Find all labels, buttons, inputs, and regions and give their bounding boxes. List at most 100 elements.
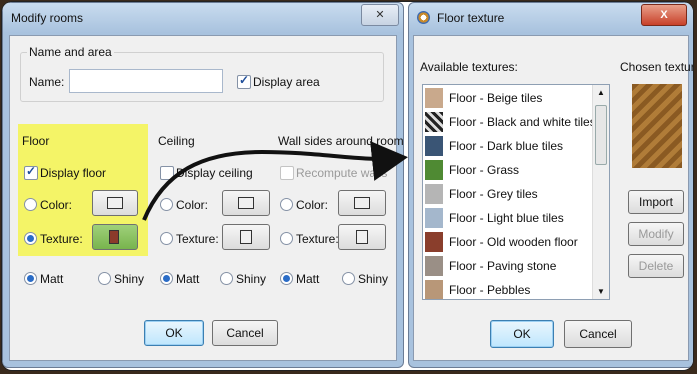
texture-thumbnail bbox=[425, 280, 443, 299]
texture-thumbnail bbox=[425, 232, 443, 252]
texture-list-item[interactable]: Floor - Black and white tiles bbox=[423, 110, 609, 134]
walls-color-label: Color: bbox=[296, 198, 329, 212]
texture-thumbnail bbox=[425, 256, 443, 276]
ceiling-shiny-radio[interactable] bbox=[220, 272, 233, 285]
modify-rooms-titlebar[interactable]: Modify rooms ✕ bbox=[3, 3, 403, 33]
walls-shiny-radio[interactable] bbox=[342, 272, 355, 285]
floor-texture-close-button[interactable]: X bbox=[641, 4, 687, 26]
texture-list-item[interactable]: Floor - Pebbles bbox=[423, 278, 609, 299]
chosen-texture-preview bbox=[632, 84, 682, 168]
floor-texture-content: Available textures: Chosen texture: Floo… bbox=[413, 35, 693, 361]
ceiling-matt-label: Matt bbox=[176, 272, 200, 286]
display-ceiling-label: Display ceiling bbox=[176, 166, 253, 180]
walls-color-swatch bbox=[354, 197, 370, 209]
delete-label: Delete bbox=[638, 259, 674, 273]
scrollbar-thumb[interactable] bbox=[595, 105, 607, 165]
ceiling-matt-radio[interactable] bbox=[160, 272, 173, 285]
ceiling-shiny-label: Shiny bbox=[236, 272, 267, 286]
texture-list-item[interactable]: Floor - Light blue tiles bbox=[423, 206, 609, 230]
delete-button[interactable]: Delete bbox=[628, 254, 684, 278]
texture-item-label: Floor - Old wooden floor bbox=[449, 235, 578, 249]
floor-color-radio[interactable] bbox=[24, 198, 37, 211]
texture-item-label: Floor - Beige tiles bbox=[449, 91, 543, 105]
walls-matt-radio[interactable] bbox=[280, 272, 293, 285]
texture-list-item[interactable]: Floor - Paving stone bbox=[423, 254, 609, 278]
floor-color-label: Color: bbox=[40, 198, 73, 212]
display-area-checkbox[interactable] bbox=[237, 73, 251, 89]
texture-cancel-button[interactable]: Cancel bbox=[564, 320, 632, 348]
floor-texture-title: Floor texture bbox=[437, 11, 505, 25]
scroll-down-icon[interactable]: ▼ bbox=[597, 287, 605, 296]
import-label: Import bbox=[638, 195, 673, 209]
ceiling-texture-label: Texture: bbox=[176, 232, 219, 246]
ceiling-color-radio[interactable] bbox=[160, 198, 173, 211]
recompute-walls-checkbox[interactable] bbox=[280, 166, 294, 180]
texture-thumbnail bbox=[425, 112, 443, 132]
app-icon bbox=[417, 11, 430, 24]
texture-thumbnail bbox=[425, 184, 443, 204]
texture-cancel-label: Cancel bbox=[579, 327, 617, 341]
name-input[interactable] bbox=[69, 69, 223, 93]
display-ceiling-checkbox[interactable] bbox=[160, 166, 174, 180]
ceiling-label: Ceiling bbox=[158, 134, 195, 148]
floor-texture-button[interactable] bbox=[92, 224, 138, 250]
floor-texture-radio[interactable] bbox=[24, 232, 37, 245]
texture-item-label: Floor - Dark blue tiles bbox=[449, 139, 564, 153]
texture-list-item[interactable]: Floor - Grey tiles bbox=[423, 182, 609, 206]
walls-texture-label: Texture: bbox=[296, 232, 339, 246]
texture-list-item[interactable]: Floor - Dark blue tiles bbox=[423, 134, 609, 158]
recompute-walls-label: Recompute walls bbox=[296, 166, 388, 180]
texture-ok-label: OK bbox=[513, 327, 531, 341]
texture-list[interactable]: Floor - Beige tiles Floor - Black and wh… bbox=[422, 84, 610, 300]
ceiling-texture-radio[interactable] bbox=[160, 232, 173, 245]
scroll-up-icon[interactable]: ▲ bbox=[597, 88, 605, 97]
modify-rooms-dialog: Modify rooms ✕ Name and area Name: Displ… bbox=[2, 2, 404, 368]
walls-label: Wall sides around room bbox=[278, 134, 404, 148]
ok-button[interactable]: OK bbox=[144, 320, 204, 346]
walls-color-button[interactable] bbox=[338, 190, 386, 216]
ceiling-color-button[interactable] bbox=[222, 190, 270, 216]
texture-item-label: Floor - Grey tiles bbox=[449, 187, 538, 201]
name-area-label: Name and area bbox=[27, 45, 114, 59]
floor-color-button[interactable] bbox=[92, 190, 138, 216]
texture-item-label: Floor - Pebbles bbox=[449, 283, 531, 297]
walls-texture-swatch bbox=[356, 230, 368, 244]
texture-ok-button[interactable]: OK bbox=[490, 320, 554, 348]
modify-rooms-content: Name and area Name: Display area Floor D… bbox=[9, 35, 404, 361]
floor-shiny-label: Shiny bbox=[114, 272, 145, 286]
walls-shiny-label: Shiny bbox=[358, 272, 389, 286]
texture-list-scrollbar[interactable]: ▲ ▼ bbox=[592, 85, 609, 299]
texture-item-label: Floor - Light blue tiles bbox=[449, 211, 564, 225]
texture-list-item[interactable]: Floor - Grass bbox=[423, 158, 609, 182]
texture-thumbnail bbox=[425, 88, 443, 108]
floor-texture-titlebar[interactable]: Floor texture X bbox=[409, 3, 693, 33]
display-floor-checkbox[interactable] bbox=[24, 164, 38, 180]
texture-list-item[interactable]: Floor - Beige tiles bbox=[423, 86, 609, 110]
walls-texture-radio[interactable] bbox=[280, 232, 293, 245]
walls-texture-button[interactable] bbox=[338, 224, 386, 250]
close-icon: ✕ bbox=[375, 9, 385, 21]
name-label: Name: bbox=[29, 75, 65, 89]
close-button[interactable]: ✕ bbox=[361, 4, 399, 26]
available-textures-label: Available textures: bbox=[420, 60, 518, 74]
texture-thumbnail bbox=[425, 136, 443, 156]
floor-texture-label: Texture: bbox=[40, 232, 83, 246]
texture-item-label: Floor - Grass bbox=[449, 163, 520, 177]
floor-matt-radio[interactable] bbox=[24, 272, 37, 285]
floor-texture-swatch bbox=[109, 230, 119, 244]
modify-button[interactable]: Modify bbox=[628, 222, 684, 246]
display-area-label: Display area bbox=[253, 75, 320, 89]
ceiling-color-label: Color: bbox=[176, 198, 209, 212]
floor-matt-label: Matt bbox=[40, 272, 64, 286]
walls-color-radio[interactable] bbox=[280, 198, 293, 211]
ok-label: OK bbox=[165, 326, 183, 340]
chosen-texture-label: Chosen texture: bbox=[620, 60, 693, 74]
ceiling-texture-button[interactable] bbox=[222, 224, 270, 250]
window-title: Modify rooms bbox=[11, 11, 84, 25]
texture-thumbnail bbox=[425, 208, 443, 228]
cancel-button[interactable]: Cancel bbox=[212, 320, 278, 346]
texture-list-item[interactable]: Floor - Old wooden floor bbox=[423, 230, 609, 254]
import-button[interactable]: Import bbox=[628, 190, 684, 214]
floor-shiny-radio[interactable] bbox=[98, 272, 111, 285]
modify-label: Modify bbox=[638, 227, 674, 241]
